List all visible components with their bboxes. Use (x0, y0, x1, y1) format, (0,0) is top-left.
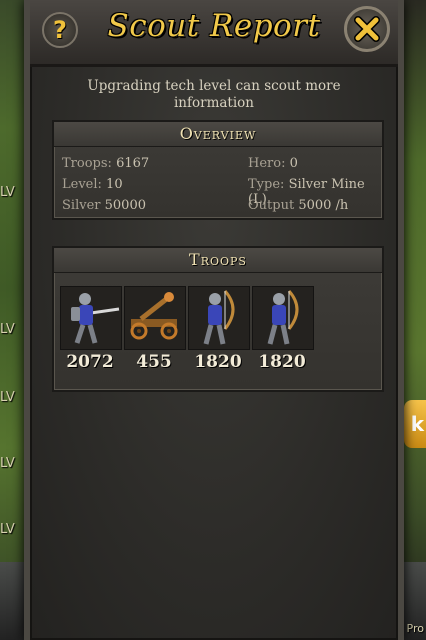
stat-value: 5000 /h (298, 198, 349, 213)
stat-label: Hero: (248, 156, 286, 171)
troop-slot[interactable] (60, 286, 122, 350)
stat-output: Output 5000 /h (248, 198, 348, 213)
overview-heading: Overview (54, 122, 382, 147)
background-corner-text: Pro (406, 622, 424, 635)
stat-label: Troops: (62, 156, 112, 171)
stat-hero: Hero: 0 (248, 156, 298, 171)
stat-value: 6167 (116, 156, 150, 171)
stat-level: Level: 10 (62, 177, 123, 192)
scout-report-dialog: ? Scout Report Upgrading tech level can … (24, 0, 404, 640)
stat-label: Silver (62, 198, 101, 213)
stat-value: 0 (289, 156, 298, 171)
dialog-titlebar: ? Scout Report (30, 0, 398, 67)
close-icon (354, 16, 380, 42)
stat-value: 50000 (104, 198, 146, 213)
overview-panel: Overview Troops: 6167 Level: 10 Silver 5… (52, 120, 384, 220)
stat-label: Level: (62, 177, 102, 192)
dialog-title: Scout Report (107, 8, 321, 44)
troops-panel: Troops 2072 455 1820 1820 (52, 246, 384, 392)
stat-silver: Silver 50000 (62, 198, 146, 213)
background-level-tag: LV (0, 456, 15, 471)
stat-label: Type: (248, 177, 285, 192)
troop-count: 2072 (66, 352, 114, 372)
stat-value: 10 (106, 177, 123, 192)
troop-count: 455 (136, 352, 172, 372)
close-button[interactable] (344, 6, 390, 52)
background-level-tag: LV (0, 522, 15, 537)
troop-slot[interactable] (188, 286, 250, 350)
catapult-icon (125, 287, 185, 349)
archer-icon (253, 287, 313, 349)
troop-slot[interactable] (124, 286, 186, 350)
background-level-tag: LV (0, 185, 15, 200)
background-level-tag: LV (0, 390, 15, 405)
swordsman-icon (61, 287, 121, 349)
tech-level-notice: Upgrading tech level can scout more info… (87, 78, 341, 111)
troop-slot[interactable] (252, 286, 314, 350)
stat-label: Output (248, 198, 295, 213)
troop-count: 1820 (194, 352, 242, 372)
archer-icon (189, 287, 249, 349)
troop-count: 1820 (258, 352, 306, 372)
background-side-button: k (404, 400, 426, 448)
troops-heading: Troops (54, 248, 382, 273)
stat-troops: Troops: 6167 (62, 156, 149, 171)
background-level-tag: LV (0, 322, 15, 337)
